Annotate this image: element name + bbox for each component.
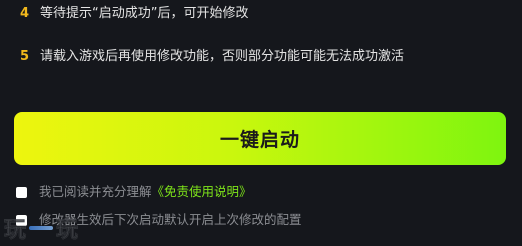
agreement-label: 我已阅读并充分理解	[39, 184, 152, 199]
watermark-dash	[29, 226, 54, 230]
step-text: 等待提示“启动成功”后，可开始修改	[40, 6, 249, 21]
watermark-logo: 玩 玩	[4, 212, 79, 244]
agreement-checkbox[interactable]	[16, 186, 27, 198]
disclaimer-link[interactable]: 《免责使用说明》	[152, 184, 252, 200]
agreement-row: 我已阅读并充分理解 《免责使用说明》	[16, 184, 252, 200]
watermark-char-right: 玩	[56, 212, 79, 244]
step-5: 5 请载入游戏后再使用修改功能，否则部分功能可能无法成功激活	[20, 49, 404, 65]
step-4: 4 等待提示“启动成功”后，可开始修改	[20, 6, 248, 22]
one-click-launch-button[interactable]: 一键启动	[14, 112, 506, 165]
watermark-char-left: 玩	[4, 212, 27, 244]
step-number: 5	[20, 49, 30, 64]
step-number: 4	[20, 6, 30, 21]
step-text: 请载入游戏后再使用修改功能，否则部分功能可能无法成功激活	[40, 49, 405, 64]
remember-config-label: 修改器生效后下次启动默认开启上次修改的配置	[39, 212, 302, 227]
